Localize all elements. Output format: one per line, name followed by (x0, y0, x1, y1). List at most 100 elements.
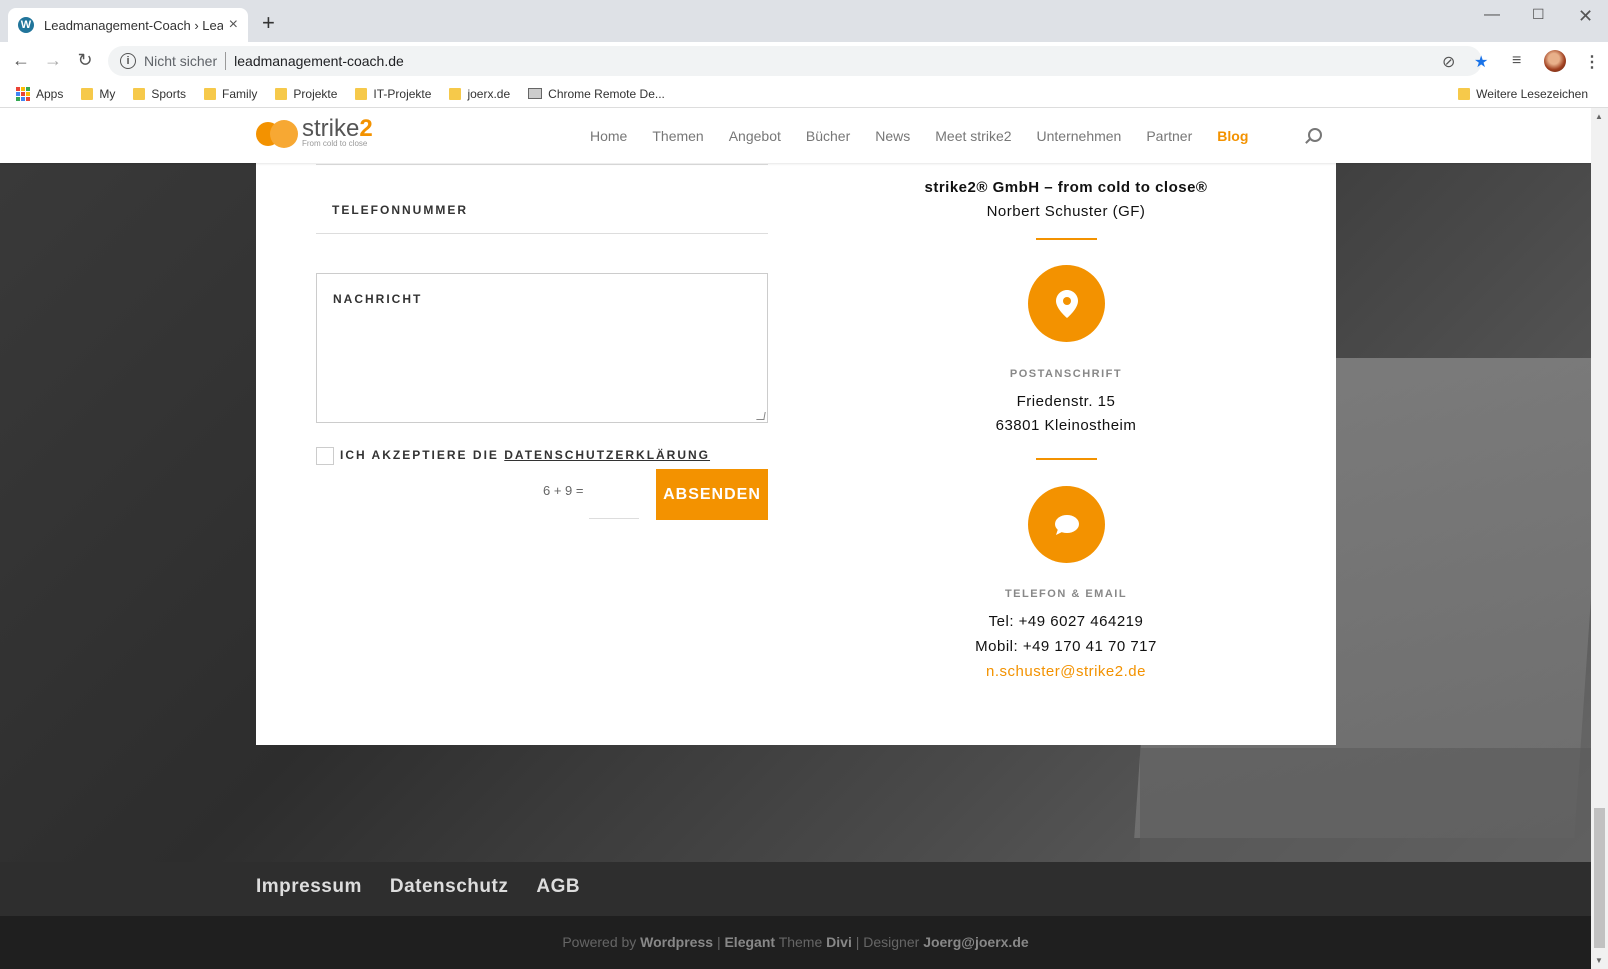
phone-field[interactable]: TELEFONNUMMER (316, 193, 768, 234)
address-street: Friedenstr. 15 (1016, 393, 1116, 410)
tab-strip: W Leadmanagement-Coach › Lead × + — ☐ ✕ (0, 0, 1608, 42)
url-text[interactable]: leadmanagement-coach.de (234, 53, 404, 69)
folder-icon (204, 87, 217, 100)
nav-themen[interactable]: Themen (652, 128, 703, 144)
contact-card: TELEFONNUMMER NACHRICHT ICH AKZEPTIERE D… (256, 163, 1336, 745)
back-icon[interactable]: ← (10, 50, 32, 71)
chat-bubble-icon (1028, 486, 1105, 563)
consent-text: ICH AKZEPTIERE DIE DATENSCHUTZERKLÄRUNG (340, 448, 710, 462)
wordpress-link[interactable]: Wordpress (640, 934, 713, 950)
site-logo[interactable]: strike2 From cold to close (256, 117, 373, 148)
credits-separator: | (716, 934, 721, 950)
footer-link-agb[interactable]: AGB (536, 876, 580, 898)
consent-checkbox[interactable] (316, 447, 334, 465)
bookmarks-bar: Apps My Sports Family Projekte IT-Projek… (0, 80, 1608, 108)
divi-link[interactable]: Divi (826, 934, 852, 950)
menu-kebab-icon[interactable]: ⋮ (1584, 52, 1600, 72)
phone-email-title: TELEFON & EMAIL (1004, 588, 1128, 600)
message-textarea[interactable]: NACHRICHT (316, 273, 768, 423)
bookmark-family[interactable]: Family (204, 87, 257, 101)
translate-blocked-icon[interactable]: ⊘ (1442, 52, 1455, 72)
minimize-icon[interactable]: — (1484, 6, 1500, 24)
bookmark-apps[interactable]: Apps (16, 86, 64, 101)
reload-icon[interactable]: ↻ (74, 50, 96, 71)
folder-icon (355, 87, 368, 100)
footer-credits: Powered by Wordpress | Elegant Theme Div… (0, 916, 1591, 969)
bookmark-chrome-remote[interactable]: Chrome Remote De... (528, 87, 665, 101)
bookmark-label: Apps (36, 86, 64, 101)
page-scrollbar[interactable]: ▲ ▼ (1591, 108, 1608, 969)
bookmark-my[interactable]: My (81, 87, 115, 101)
email-link[interactable]: n.schuster@strike2.de (796, 663, 1336, 680)
powered-prefix: Powered by (562, 934, 637, 950)
nav-angebot[interactable]: Angebot (729, 128, 781, 144)
page-viewport: strike2 From cold to close Home Themen A… (0, 108, 1591, 969)
elegant-link[interactable]: Elegant (724, 934, 775, 950)
divider (1036, 238, 1097, 240)
info-icon[interactable]: i (120, 53, 136, 69)
forward-icon[interactable]: → (42, 50, 64, 71)
bookmark-joerx[interactable]: joerx.de (449, 87, 510, 101)
bookmark-other[interactable]: Weitere Lesezeichen (1458, 80, 1588, 108)
consent-prefix: ICH AKZEPTIERE DIE (340, 448, 499, 462)
site-header: strike2 From cold to close Home Themen A… (0, 108, 1591, 163)
bookmark-label: IT-Projekte (373, 86, 432, 101)
bookmark-it-projekte[interactable]: IT-Projekte (355, 87, 431, 101)
remote-desktop-icon (528, 88, 543, 99)
folder-icon (449, 87, 462, 100)
folder-icon (1458, 88, 1471, 100)
designer-link[interactable]: Joerg@joerx.de (923, 934, 1028, 950)
address-title: POSTANSCHRIFT (1009, 368, 1123, 380)
designer-prefix: Designer (863, 934, 920, 950)
browser-tab[interactable]: W Leadmanagement-Coach › Lead × (8, 8, 248, 42)
nav-blog[interactable]: Blog (1217, 128, 1248, 144)
folder-icon (81, 87, 94, 100)
scroll-up-icon[interactable]: ▲ (1595, 112, 1603, 121)
captcha-question: 6 + 9 = (543, 483, 584, 498)
captcha-input[interactable] (589, 481, 639, 519)
privacy-policy-link[interactable]: DATENSCHUTZERKLÄRUNG (504, 448, 710, 462)
scrollbar-thumb[interactable] (1594, 808, 1605, 948)
footer-link-datenschutz[interactable]: Datenschutz (390, 876, 508, 898)
bookmark-projekte[interactable]: Projekte (275, 87, 337, 101)
nav-unternehmen[interactable]: Unternehmen (1037, 128, 1122, 144)
folder-icon (275, 87, 288, 100)
bookmark-label: Sports (151, 86, 187, 101)
apps-grid-icon (16, 86, 30, 101)
previous-field-underline (316, 163, 768, 165)
phone-label: TELEFONNUMMER (332, 203, 468, 217)
nav-home[interactable]: Home (590, 128, 627, 144)
close-tab-icon[interactable]: × (229, 16, 238, 34)
nav-news[interactable]: News (875, 128, 910, 144)
message-label: NACHRICHT (333, 292, 423, 306)
nav-meet-strike2[interactable]: Meet strike2 (935, 128, 1011, 144)
close-window-icon[interactable]: ✕ (1578, 6, 1593, 27)
bookmark-sports[interactable]: Sports (133, 87, 186, 101)
bookmark-label: joerx.de (467, 86, 511, 101)
submit-button[interactable]: ABSENDEN (656, 469, 768, 520)
wordpress-icon: W (18, 17, 34, 33)
footer-link-impressum[interactable]: Impressum (256, 876, 362, 898)
nav-partner[interactable]: Partner (1146, 128, 1192, 144)
background-paper (1140, 748, 1591, 868)
tab-title: Leadmanagement-Coach › Lead (44, 17, 223, 33)
footer-nav: Impressum Datenschutz AGB (0, 862, 1591, 916)
profile-avatar[interactable] (1544, 50, 1566, 72)
maximize-icon[interactable]: ☐ (1532, 6, 1545, 23)
divider (1036, 458, 1097, 460)
nav-buecher[interactable]: Bücher (806, 128, 850, 144)
contact-person: Norbert Schuster (GF) (986, 203, 1146, 220)
bookmark-star-icon[interactable]: ★ (1474, 52, 1488, 72)
scroll-down-icon[interactable]: ▼ (1595, 956, 1603, 965)
resize-handle-icon[interactable] (756, 412, 766, 420)
address-bar[interactable]: i Nicht sicher leadmanagement-coach.de (108, 46, 1482, 76)
new-tab-button[interactable]: + (262, 12, 275, 34)
search-icon[interactable] (1308, 128, 1322, 142)
mobile-number: Mobil: +49 170 41 70 717 (975, 638, 1157, 655)
company-name: strike2® GmbH – from cold to close® (924, 179, 1208, 196)
logo-mark-icon (256, 118, 300, 148)
bookmark-label: Projekte (293, 86, 338, 101)
browser-toolbar: ← → ↻ i Nicht sicher leadmanagement-coac… (0, 42, 1608, 80)
credits-separator: | (855, 934, 860, 950)
media-control-icon[interactable]: ≡ (1512, 52, 1521, 70)
